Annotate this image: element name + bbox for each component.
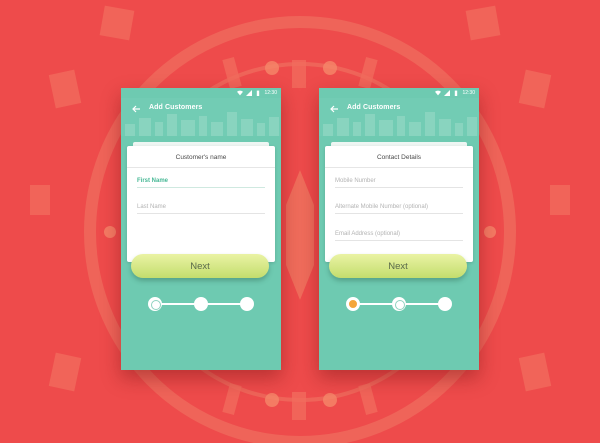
step-2[interactable] bbox=[194, 297, 208, 311]
divider bbox=[127, 167, 275, 168]
wifi-icon bbox=[435, 90, 442, 96]
status-bar: 12:30 bbox=[121, 88, 281, 98]
wifi-icon bbox=[237, 90, 244, 96]
step-2-current[interactable] bbox=[392, 297, 406, 311]
step-3[interactable] bbox=[438, 297, 452, 311]
app-bar: Add Customers bbox=[319, 98, 479, 136]
city-skyline-illustration bbox=[125, 112, 279, 136]
step-3[interactable] bbox=[240, 297, 254, 311]
form-card: Contact Details Mobile Number Alternate … bbox=[325, 146, 473, 262]
form-card: Customer's name First Name Last Name bbox=[127, 146, 275, 262]
app-title: Add Customers bbox=[347, 104, 401, 111]
signal-icon bbox=[246, 90, 253, 96]
mobile-number-field[interactable]: Mobile Number bbox=[335, 178, 463, 188]
city-skyline-illustration bbox=[323, 112, 477, 136]
step-1-current[interactable] bbox=[148, 297, 162, 311]
status-time: 12:30 bbox=[264, 90, 277, 96]
battery-icon bbox=[257, 90, 260, 96]
alternate-mobile-field[interactable]: Alternate Mobile Number (optional) bbox=[335, 204, 463, 214]
status-time: 12:30 bbox=[462, 90, 475, 96]
first-name-field[interactable]: First Name bbox=[137, 178, 265, 188]
card-title: Contact Details bbox=[376, 154, 422, 161]
back-arrow-icon[interactable] bbox=[329, 104, 339, 114]
next-button[interactable]: Next bbox=[329, 254, 467, 278]
signal-icon bbox=[444, 90, 451, 96]
phone-screen-customers-name: 12:30 Add Customers Customer's name Firs… bbox=[121, 88, 281, 370]
progress-stepper bbox=[319, 296, 479, 312]
status-bar: 12:30 bbox=[319, 88, 479, 98]
battery-icon bbox=[455, 90, 458, 96]
background-decoration bbox=[30, 5, 570, 443]
email-address-field[interactable]: Email Address (optional) bbox=[335, 231, 463, 241]
app-title: Add Customers bbox=[149, 104, 203, 111]
app-bar: Add Customers bbox=[121, 98, 281, 136]
phone-screen-contact-details: 12:30 Add Customers Contact Details Mobi… bbox=[319, 88, 479, 370]
divider bbox=[325, 167, 473, 168]
next-button[interactable]: Next bbox=[131, 254, 269, 278]
back-arrow-icon[interactable] bbox=[131, 104, 141, 114]
card-title: Customer's name bbox=[175, 154, 227, 161]
last-name-field[interactable]: Last Name bbox=[137, 204, 265, 214]
step-1-done[interactable] bbox=[346, 297, 360, 311]
progress-stepper bbox=[121, 296, 281, 312]
